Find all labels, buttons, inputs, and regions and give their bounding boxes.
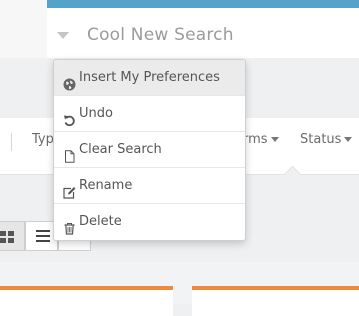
filter-type[interactable]: Typ (32, 132, 54, 147)
list-icon (36, 230, 50, 242)
menu-item-label: Clear Search (79, 142, 162, 157)
left-panel-header (0, 0, 47, 59)
trash-icon (63, 214, 76, 235)
globe-icon (63, 70, 76, 91)
accent-strip (47, 0, 359, 8)
menu-item-clear-search[interactable]: Clear Search (54, 132, 245, 168)
result-card[interactable] (192, 286, 359, 316)
file-icon (63, 142, 76, 163)
chevron-down-icon[interactable] (57, 32, 69, 39)
menu-item-delete[interactable]: Delete (54, 204, 245, 240)
filter-terms-label: rms (243, 132, 268, 147)
grid-view-button[interactable] (0, 221, 25, 251)
menu-item-insert-preferences[interactable]: Insert My Preferences (54, 60, 245, 96)
filter-type-label: Typ (32, 132, 54, 147)
menu-item-label: Undo (79, 106, 113, 121)
grid-icon (0, 231, 16, 243)
menu-item-rename[interactable]: Rename (54, 168, 245, 204)
filter-status-label: Status (300, 132, 342, 147)
filter-status[interactable]: Status (300, 132, 353, 147)
result-card[interactable] (0, 286, 173, 316)
menu-item-label: Rename (79, 178, 133, 193)
edit-icon (63, 178, 76, 199)
filter-separator (11, 133, 12, 151)
filter-terms[interactable]: rms (243, 132, 279, 147)
search-options-menu: Insert My Preferences Undo Clear Search … (53, 59, 246, 241)
caret-down-icon (270, 137, 279, 142)
caret-down-icon (344, 137, 353, 142)
undo-icon (63, 106, 76, 127)
menu-item-undo[interactable]: Undo (54, 96, 245, 132)
search-title[interactable]: Cool New Search (87, 25, 234, 45)
menu-item-label: Insert My Preferences (79, 70, 220, 85)
menu-item-label: Delete (79, 214, 122, 229)
